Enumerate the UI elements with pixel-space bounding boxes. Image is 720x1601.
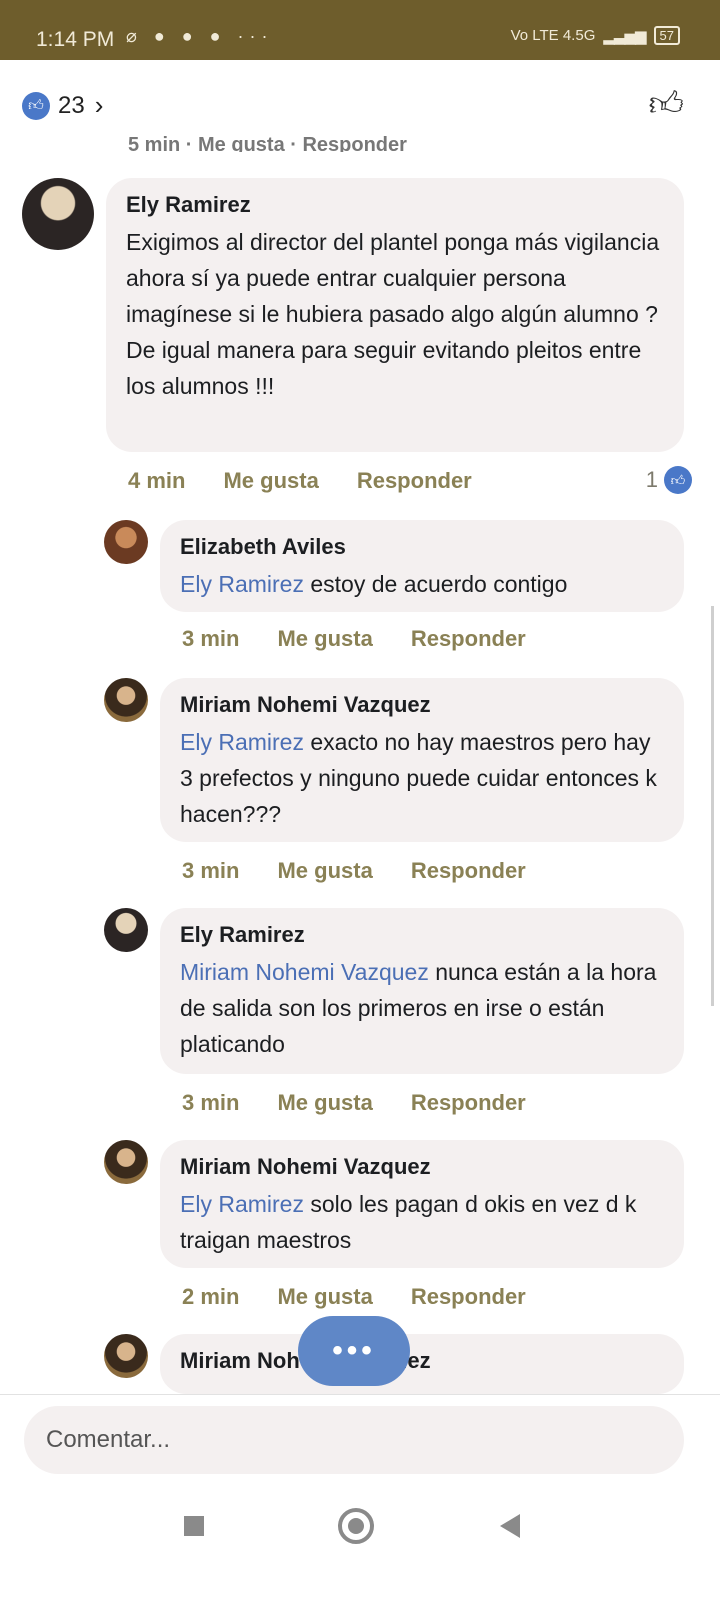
comment-actions: 4 min Me gusta Responder [128, 468, 472, 494]
mention-link[interactable]: Ely Ramirez [180, 1191, 304, 1217]
comment-author[interactable]: Miriam Nohemi Vazquez [180, 1348, 664, 1374]
avatar[interactable] [104, 908, 148, 952]
home-icon[interactable] [338, 1508, 374, 1544]
like-count: 23 [58, 91, 85, 119]
reaction-count: 1 [645, 467, 658, 492]
mention-link[interactable]: Miriam Nohemi Vazquez [180, 959, 429, 985]
reply-bubble: Ely Ramirez Miriam Nohemi Vazquez nunca … [160, 908, 684, 1074]
comment-bubble: Ely Ramirez Exigimos al director del pla… [106, 178, 684, 452]
like-button[interactable]: Me gusta [277, 1090, 372, 1116]
comment-input[interactable] [24, 1406, 684, 1474]
status-time: 1:14 PM [36, 28, 115, 51]
reply-bubble: Miriam Nohemi Vazquez Ely Ramirez solo l… [160, 1140, 684, 1268]
clipped-actions-row: 5 min · Me gusta · Responder [128, 134, 407, 152]
avatar[interactable] [104, 520, 148, 564]
status-right: Vo LTE 4.5G ▂▃▅▆ 57 [511, 26, 680, 45]
comment-author[interactable]: Ely Ramirez [126, 192, 664, 218]
recents-icon[interactable] [184, 1516, 204, 1536]
avatar[interactable] [22, 178, 94, 250]
comment-time[interactable]: 2 min [182, 1284, 239, 1310]
like-button[interactable]: Me gusta [277, 1284, 372, 1310]
comment-text: Miriam Nohemi Vazquez nunca están a la h… [180, 959, 657, 1057]
comment-actions: 3 min Me gusta Responder [182, 858, 526, 884]
like-icon: 👍︎ [22, 91, 50, 120]
reactions-summary[interactable]: 👍︎ 23 › [22, 90, 103, 121]
comment-author[interactable]: Miriam Nohemi Vazquez [180, 692, 664, 718]
chevron-right-icon: › [94, 90, 104, 120]
like-button[interactable]: Me gusta [277, 858, 372, 884]
reply-button[interactable]: Responder [411, 1284, 526, 1310]
mention-link[interactable]: Ely Ramirez [180, 571, 304, 597]
comment-text: Ely Ramirez estoy de acuerdo contigo [180, 571, 568, 597]
back-icon[interactable] [500, 1514, 520, 1538]
like-button[interactable]: Me gusta [277, 626, 372, 652]
comment-text: Ely Ramirez solo les pagan d okis en vez… [180, 1191, 637, 1253]
status-bar: 1:14 PM ⌀ ● ● ● ··· Vo LTE 4.5G ▂▃▅▆ 57 [0, 0, 720, 60]
comment-time[interactable]: 3 min [182, 626, 239, 652]
mention-link[interactable]: Ely Ramirez [180, 729, 304, 755]
signal-bars-icon: ▂▃▅▆ [603, 27, 646, 45]
comment-text: Ely Ramirez exacto no hay maestros pero … [180, 729, 657, 827]
more-options-button[interactable]: ••• [298, 1316, 410, 1386]
avatar[interactable] [104, 1140, 148, 1184]
avatar[interactable] [104, 1334, 148, 1378]
battery-icon: 57 [653, 26, 680, 45]
comment-actions: 2 min Me gusta Responder [182, 1284, 526, 1310]
like-icon: 👍︎ [664, 466, 692, 494]
notification-icons: ⌀ ● ● ● ··· [126, 26, 274, 46]
comment-actions: 3 min Me gusta Responder [182, 1090, 526, 1116]
like-button[interactable]: Me gusta [223, 468, 318, 494]
thumbs-up-button[interactable]: 👍︎ [648, 84, 684, 125]
reply-bubble: Elizabeth Aviles Ely Ramirez estoy de ac… [160, 520, 684, 612]
comment-time[interactable]: 4 min [128, 468, 185, 494]
signal-icon: Vo LTE 4.5G [510, 27, 596, 44]
comment-time[interactable]: 3 min [182, 858, 239, 884]
reply-button[interactable]: Responder [411, 626, 526, 652]
avatar[interactable] [104, 678, 148, 722]
reply-button[interactable]: Responder [411, 1090, 526, 1116]
comment-text: Exigimos al director del plantel ponga m… [126, 229, 660, 399]
comment-author[interactable]: Elizabeth Aviles [180, 534, 664, 560]
comment-time[interactable]: 3 min [182, 1090, 239, 1116]
reply-bubble: Miriam Nohemi Vazquez [160, 1334, 684, 1394]
comment-actions: 3 min Me gusta Responder [182, 626, 526, 652]
comment-author[interactable]: Miriam Nohemi Vazquez [180, 1154, 664, 1180]
system-nav-bar [0, 1500, 720, 1550]
reply-button[interactable]: Responder [411, 858, 526, 884]
reply-bubble: Miriam Nohemi Vazquez Ely Ramirez exacto… [160, 678, 684, 842]
comment-author[interactable]: Ely Ramirez [180, 922, 664, 948]
comment-reactions[interactable]: 1 👍︎ [646, 466, 692, 494]
scrollbar[interactable] [711, 606, 714, 1006]
reply-button[interactable]: Responder [357, 468, 472, 494]
